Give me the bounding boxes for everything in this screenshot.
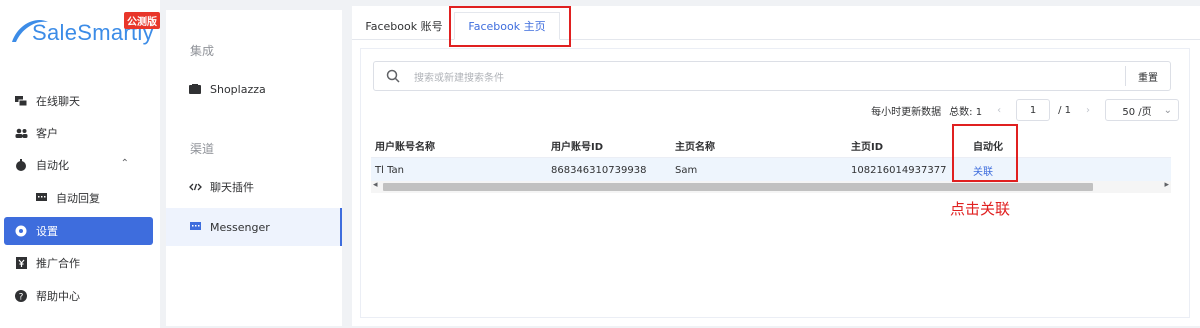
nav-label: 推广合作 — [36, 257, 80, 270]
promotion-icon — [14, 256, 28, 270]
submenu-item-chat-plugin[interactable]: 聊天插件 — [166, 168, 342, 206]
left-nav: SaleSmartly 公测版 在线聊天 客户 自动化 ⌃ 自动回复 设置 推广… — [0, 0, 160, 328]
nav-item-automation[interactable]: 自动化 ⌃ — [4, 151, 153, 179]
prev-page-button[interactable]: ‹ — [990, 105, 1008, 116]
search-icon — [386, 69, 400, 83]
cell-page-id: 108216014937377 — [851, 164, 947, 176]
cell-account-id: 868346310739938 — [551, 164, 647, 176]
pages-table: 用户账号名称 用户账号ID 主页名称 主页ID 自动化 Tl Tan 86834… — [371, 133, 1171, 193]
scroll-right-icon[interactable]: ▸ — [1164, 180, 1169, 190]
horizontal-scrollbar[interactable]: ◂ ▸ — [371, 180, 1171, 193]
submenu-item-shoplazza[interactable]: Shoplazza — [166, 70, 342, 108]
nav-item-help[interactable]: ? 帮助中心 — [4, 282, 153, 310]
nav-item-settings[interactable]: 设置 — [4, 217, 153, 245]
nav-label: 自动化 — [36, 159, 69, 172]
content-panel: Facebook 账号 Facebook 主页 搜索或新建搜索条件 重置 每小时… — [352, 6, 1200, 326]
nav-label: 客户 — [36, 127, 58, 140]
chevron-down-icon: ⌄ — [1163, 104, 1172, 116]
chat-icon — [14, 94, 28, 108]
settings-icon — [14, 224, 28, 238]
submenu-item-messenger[interactable]: Messenger — [166, 208, 342, 246]
nav-item-auto-reply[interactable]: 自动回复 — [4, 184, 153, 212]
search-bar[interactable]: 搜索或新建搜索条件 重置 — [373, 61, 1171, 91]
nav-label: 在线聊天 — [36, 95, 80, 108]
scroll-left-icon[interactable]: ◂ — [373, 180, 378, 190]
table-row: Tl Tan 868346310739938 Sam 1082160149373… — [371, 157, 1171, 181]
annotation-click-associate: 点击关联 — [950, 200, 1011, 218]
col-header-account-name: 用户账号名称 — [375, 141, 435, 153]
table-header: 用户账号名称 用户账号ID 主页名称 主页ID 自动化 — [371, 133, 1171, 157]
tab-facebook-account[interactable]: Facebook 账号 — [358, 12, 450, 40]
submenu-label: Shoplazza — [210, 82, 266, 96]
code-icon — [188, 183, 202, 191]
nav-label: 设置 — [36, 225, 58, 238]
col-header-page-name: 主页名称 — [675, 141, 715, 153]
nav-item-promotion[interactable]: 推广合作 — [4, 249, 153, 277]
group-integration: 集成 — [190, 44, 215, 58]
nav-item-live-chat[interactable]: 在线聊天 — [4, 87, 153, 115]
page-total: / 1 — [1058, 104, 1071, 116]
nav-label: 自动回复 — [56, 192, 100, 205]
refresh-note: 每小时更新数据 — [871, 106, 942, 118]
shoplazza-icon — [188, 84, 202, 94]
messenger-icon — [188, 222, 202, 232]
cell-account-name: Tl Tan — [375, 164, 404, 176]
pagination: 每小时更新数据 总数: 1 ‹ 1 / 1 › 50 /页 ⌄ — [871, 99, 1179, 121]
nav-item-customers[interactable]: 客户 — [4, 119, 153, 147]
reset-button[interactable]: 重置 — [1125, 66, 1170, 86]
page-number-input[interactable]: 1 — [1016, 99, 1051, 121]
search-placeholder[interactable]: 搜索或新建搜索条件 — [414, 69, 504, 84]
col-header-account-id: 用户账号ID — [551, 141, 604, 153]
submenu-label: 聊天插件 — [210, 181, 254, 194]
page-list-card: 搜索或新建搜索条件 重置 每小时更新数据 总数: 1 ‹ 1 / 1 › 50 … — [360, 48, 1190, 318]
auto-reply-icon — [34, 191, 48, 205]
brand-logo[interactable]: SaleSmartly 公测版 — [6, 6, 161, 46]
nav-label: 帮助中心 — [36, 290, 80, 303]
next-page-button[interactable]: › — [1079, 105, 1097, 116]
settings-submenu: 集成 Shoplazza 渠道 聊天插件 Messenger — [166, 10, 342, 326]
group-channels: 渠道 — [190, 142, 215, 156]
highlight-box-associate — [952, 124, 1018, 182]
cell-page-name: Sam — [675, 164, 698, 176]
page-size-value: 50 /页 — [1122, 106, 1152, 118]
col-header-page-id: 主页ID — [851, 141, 884, 153]
beta-badge: 公测版 — [124, 12, 160, 29]
scrollbar-thumb[interactable] — [383, 183, 1093, 191]
users-icon — [14, 126, 28, 140]
svg-text:?: ? — [19, 293, 24, 303]
highlight-box-tab — [449, 6, 571, 47]
help-icon: ? — [14, 289, 28, 303]
chevron-up-icon[interactable]: ⌃ — [121, 158, 129, 169]
total-count: 总数: 1 — [949, 106, 983, 118]
submenu-label: Messenger — [210, 220, 270, 234]
page-size-select[interactable]: 50 /页 ⌄ — [1105, 99, 1179, 121]
automation-icon — [14, 158, 28, 172]
